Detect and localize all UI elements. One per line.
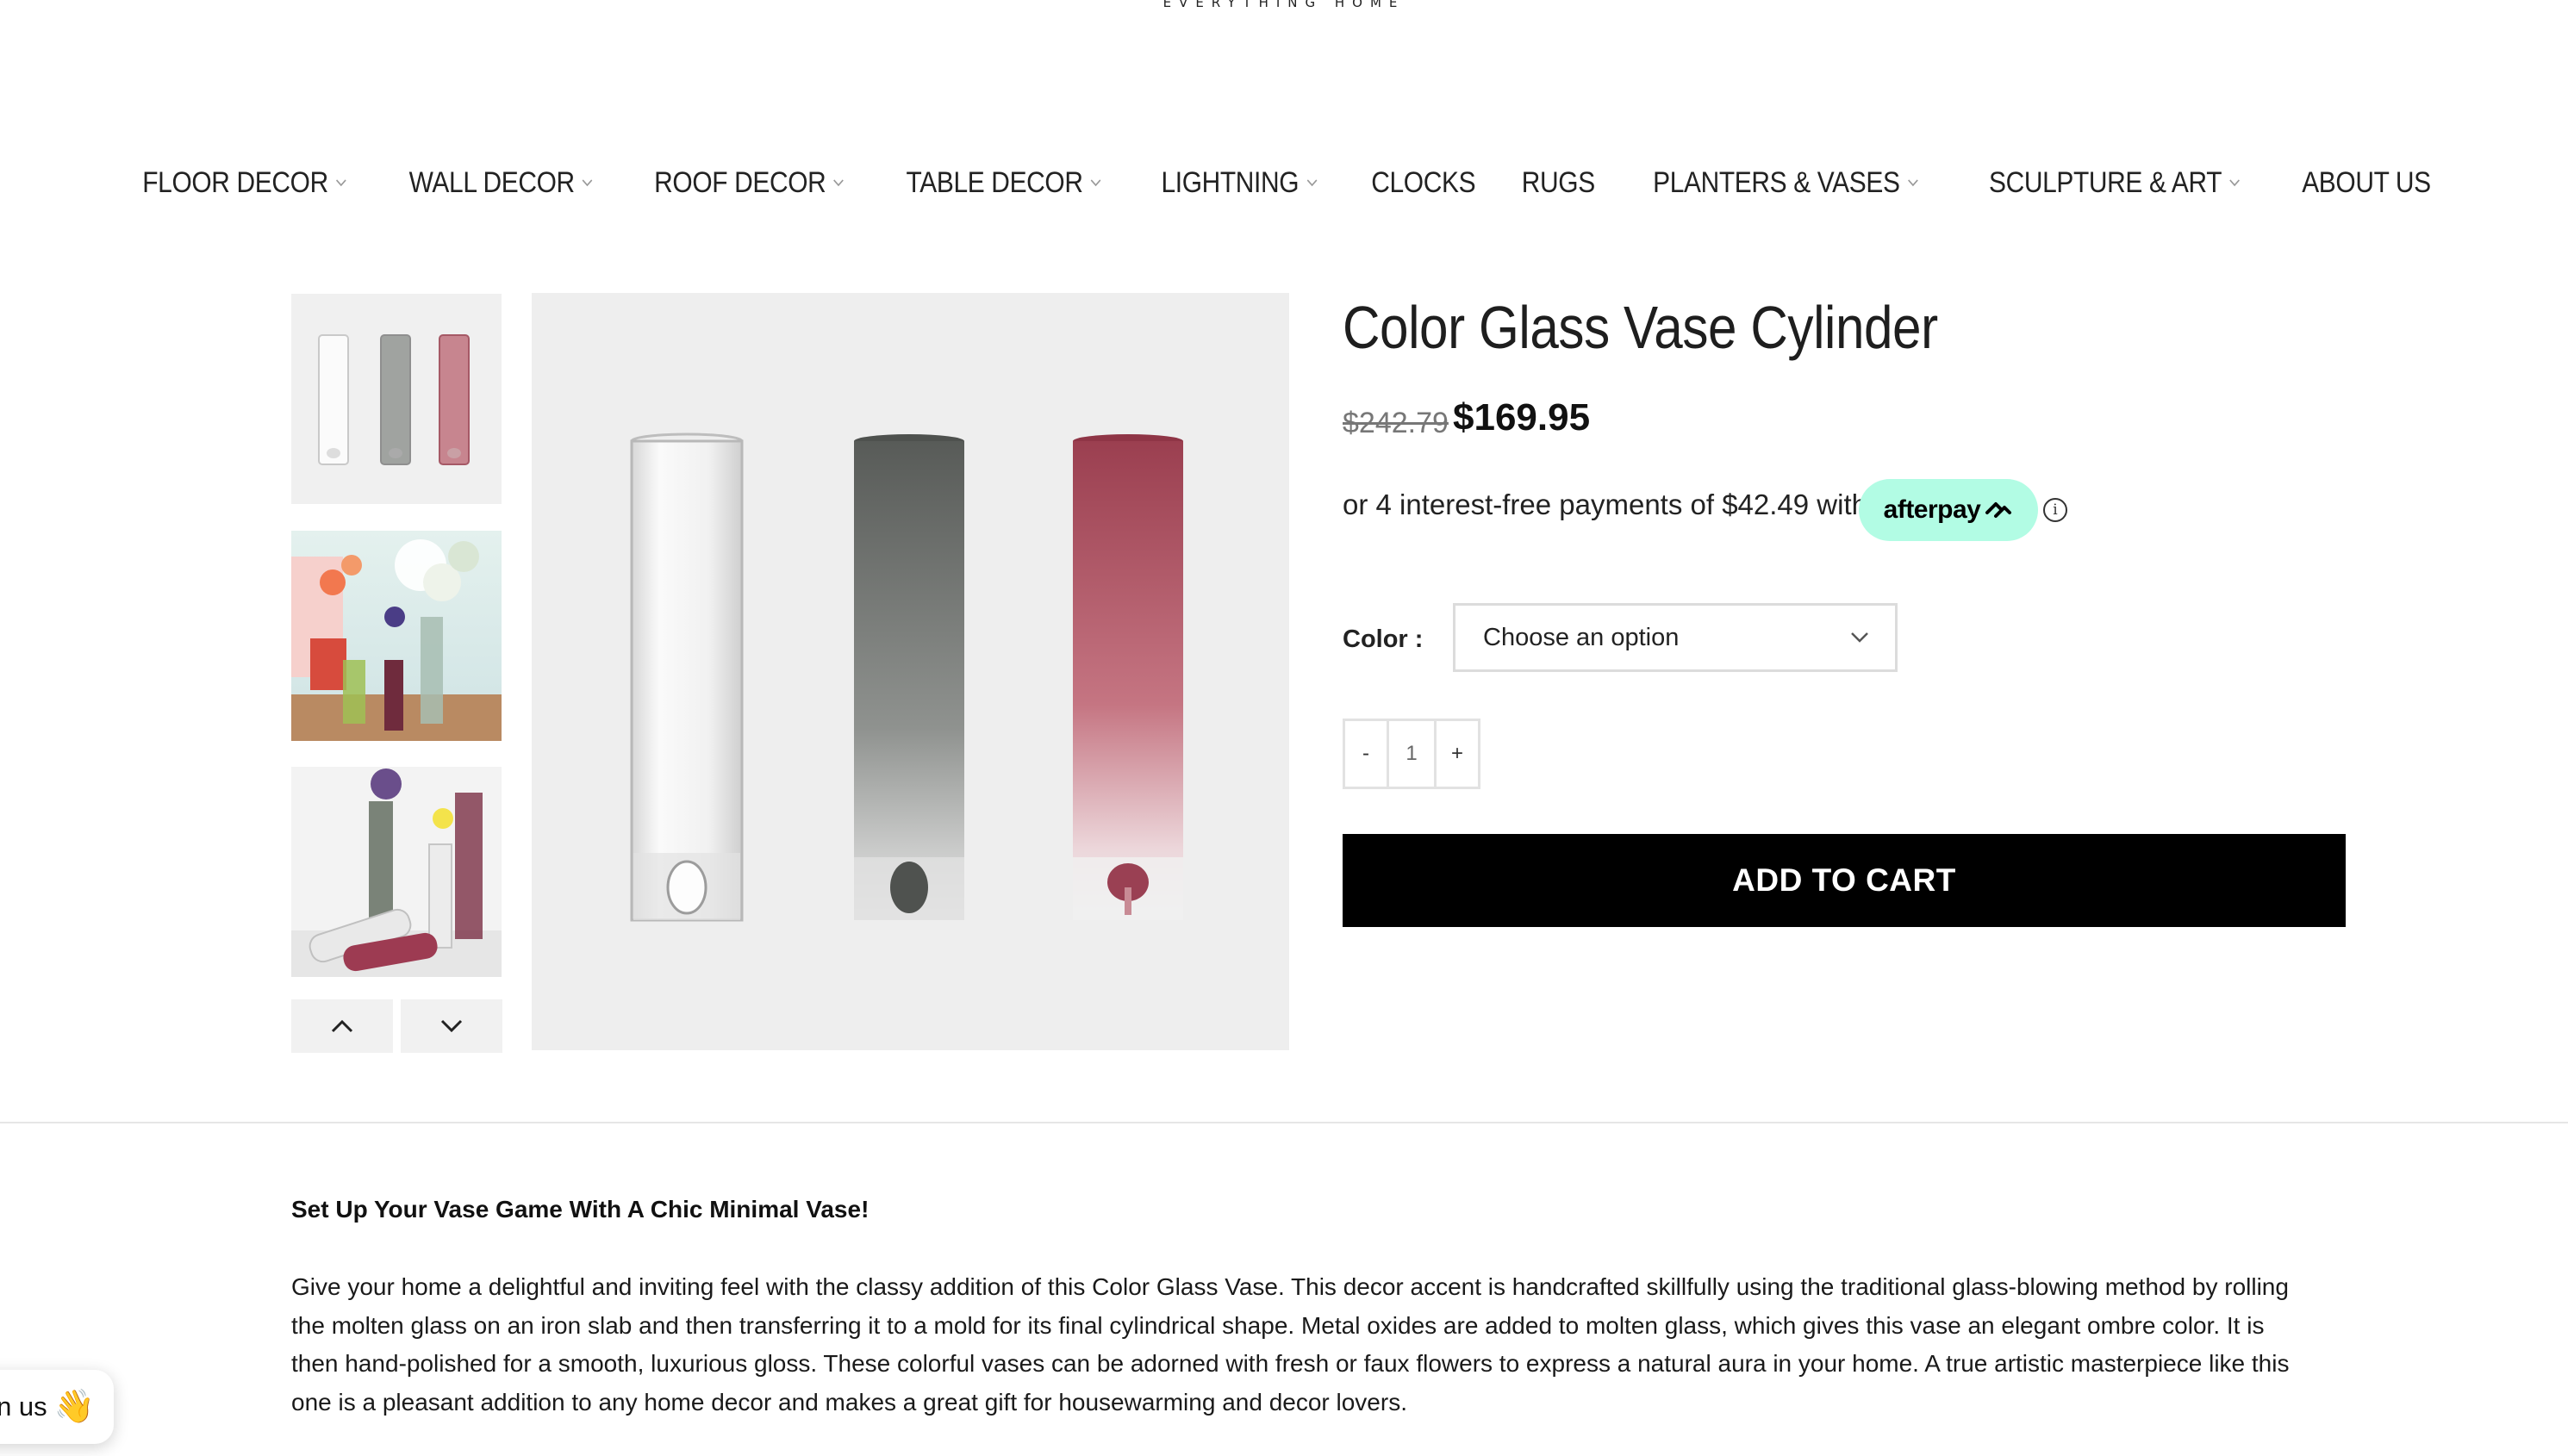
- chat-label: n us: [0, 1391, 47, 1422]
- color-select[interactable]: Choose an option: [1453, 603, 1898, 672]
- thumbnail-flowers[interactable]: [291, 531, 502, 741]
- nav-item-floor-decor[interactable]: FLOOR DECOR: [142, 166, 347, 200]
- afterpay-info-icon[interactable]: i: [2043, 498, 2067, 522]
- thumbnail-flowers-image: [291, 531, 502, 741]
- original-price: $242.79: [1343, 407, 1449, 439]
- nav-item-roof-decor[interactable]: ROOF DECOR: [654, 166, 845, 200]
- main-nav: FLOOR DECOR WALL DECOR ROOF DECOR TABLE DEC…: [0, 160, 2568, 205]
- nav-item-table-decor[interactable]: TABLE DECOR: [907, 166, 1103, 200]
- afterpay-text: or 4 interest-free payments of $42.49 wi…: [1343, 488, 1867, 520]
- thumbnail-next-button[interactable]: [401, 999, 502, 1053]
- color-label: Color :: [1343, 625, 1424, 653]
- chevron-down-icon: [1090, 179, 1101, 187]
- nav-item-label: CLOCKS: [1371, 165, 1476, 199]
- afterpay-logo-text: afterpay: [1883, 495, 1981, 524]
- nav-item-clocks[interactable]: CLOCKS: [1371, 166, 1475, 200]
- chevron-down-icon: [833, 179, 845, 187]
- description-body: Give your home a delightful and inviting…: [291, 1273, 2290, 1416]
- logo-tagline: EVERYTHING HOME: [1162, 0, 1406, 10]
- quantity-stepper: - +: [1343, 719, 1480, 789]
- quantity-input[interactable]: [1387, 721, 1437, 787]
- quantity-decrease-button[interactable]: -: [1345, 721, 1387, 787]
- nav-item-label: ROOF DECOR: [653, 165, 826, 199]
- chat-widget[interactable]: n us 👋: [0, 1370, 114, 1444]
- nav-item-lightning[interactable]: LIGHTNING: [1162, 166, 1319, 200]
- thumbnail-vases-image: [291, 294, 502, 504]
- chevron-down-icon: [440, 1019, 463, 1033]
- nav-item-label: WALL DECOR: [408, 165, 575, 199]
- chevron-down-icon: [2229, 179, 2241, 187]
- thumbnail-lying-vases[interactable]: [291, 767, 502, 977]
- vases-illustration: [630, 432, 1183, 922]
- thumbnail-prev-button[interactable]: [291, 999, 393, 1053]
- main-product-image[interactable]: [532, 293, 1289, 1050]
- nav-item-rugs[interactable]: RUGS: [1522, 166, 1595, 200]
- chevron-down-icon: [1306, 179, 1318, 187]
- product-title: Color Glass Vase Cylinder: [1343, 294, 1938, 361]
- nav-item-label: SCULPTURE & ART: [1989, 165, 2222, 199]
- nav-item-label: ABOUT US: [2302, 165, 2432, 199]
- quantity-increase-button[interactable]: +: [1437, 721, 1478, 787]
- nav-item-label: FLOOR DECOR: [141, 165, 328, 199]
- afterpay-badge[interactable]: afterpay: [1859, 479, 2038, 541]
- nav-item-label: RUGS: [1522, 165, 1596, 199]
- thumbnail-lying-vases-image: [291, 767, 502, 977]
- chevron-up-icon: [331, 1019, 353, 1033]
- nav-item-label: LIGHTNING: [1161, 165, 1300, 199]
- waving-hand-icon: 👋: [53, 1389, 95, 1425]
- nav-item-label: PLANTERS & VASES: [1652, 165, 1900, 199]
- chevron-down-icon: [1907, 179, 1918, 187]
- chevron-down-icon: [582, 179, 593, 187]
- nav-item-planters-vases[interactable]: PLANTERS & VASES: [1653, 166, 1919, 200]
- color-select-value: Choose an option: [1483, 623, 1680, 651]
- nav-item-sculpture-art[interactable]: SCULPTURE & ART: [1989, 166, 2241, 200]
- add-to-cart-button[interactable]: ADD TO CART: [1343, 834, 2346, 927]
- chevron-down-icon: [335, 179, 346, 187]
- section-divider: [0, 1122, 2568, 1123]
- sale-price: $169.95: [1453, 396, 1591, 439]
- afterpay-arrows-icon: [1985, 502, 2012, 518]
- thumbnail-vases[interactable]: [291, 294, 502, 504]
- chevron-down-icon: [1851, 632, 1868, 643]
- nav-item-wall-decor[interactable]: WALL DECOR: [408, 166, 594, 200]
- description-heading: Set Up Your Vase Game With A Chic Minima…: [291, 1196, 870, 1223]
- nav-item-about-us[interactable]: ABOUT US: [2303, 166, 2432, 200]
- nav-item-label: TABLE DECOR: [906, 165, 1083, 199]
